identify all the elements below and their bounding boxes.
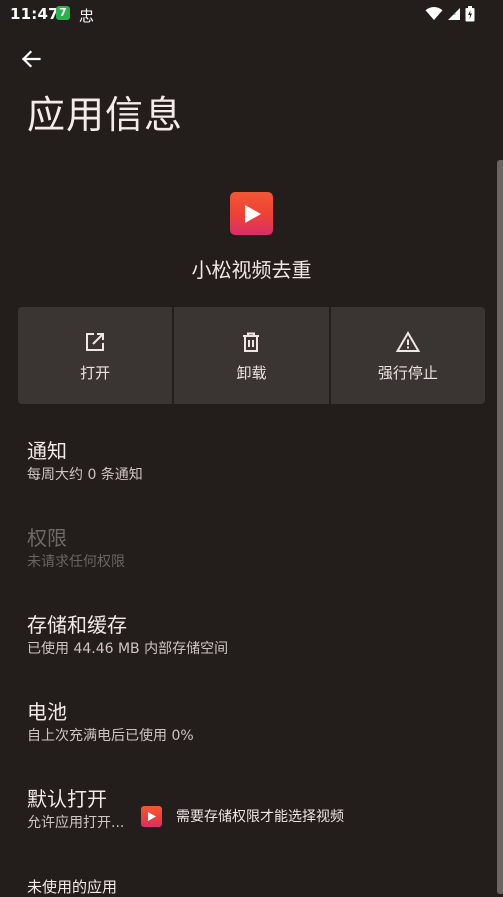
open-button-label: 打开 (80, 364, 111, 382)
wifi-icon (425, 7, 443, 20)
action-buttons: 打开 卸载 强行停止 (18, 307, 485, 404)
battery-icon (465, 6, 475, 22)
play-icon (148, 811, 156, 821)
pref-permissions: 权限 未请求任何权限 (0, 512, 496, 587)
cellular-signal-icon: ! (448, 8, 460, 20)
pref-permissions-title: 权限 (27, 526, 67, 550)
pref-notifications-title: 通知 (27, 439, 67, 463)
app-icon (230, 192, 273, 235)
svg-text:!: ! (454, 9, 457, 17)
pref-notifications-summary: 每周大约 0 条通知 (27, 467, 143, 483)
toast-message: 需要存储权限才能选择视频 (176, 809, 344, 825)
app-name: 小松视频去重 (191, 258, 312, 282)
status-time: 11:47 (10, 5, 59, 23)
force-stop-button[interactable]: 强行停止 (330, 307, 485, 404)
pref-open-by-default-summary: 允许应用打开... (27, 815, 125, 831)
toast: 需要存储权限才能选择视频 (130, 794, 376, 838)
arrow-back-icon (21, 50, 41, 68)
notification-glyph-icon: 忠 (79, 7, 95, 25)
pref-storage[interactable]: 存储和缓存 已使用 44.46 MB 内部存储空间 (0, 599, 496, 674)
pref-unused-apps[interactable]: 未使用的应用 (0, 866, 496, 896)
play-icon (244, 204, 261, 223)
uninstall-button-label: 卸载 (236, 364, 267, 382)
open-button[interactable]: 打开 (18, 307, 173, 404)
toast-app-icon (141, 805, 162, 827)
pref-storage-summary: 已使用 44.46 MB 内部存储空间 (27, 641, 229, 657)
pref-open-by-default-title: 默认打开 (27, 787, 107, 811)
pref-storage-title: 存储和缓存 (27, 613, 127, 637)
force-stop-button-label: 强行停止 (377, 364, 438, 382)
back-button[interactable] (14, 44, 48, 74)
uninstall-button[interactable]: 卸载 (174, 307, 329, 404)
pref-notifications[interactable]: 通知 每周大约 0 条通知 (0, 425, 496, 500)
page-title: 应用信息 (27, 93, 184, 137)
status-indicators: ! (425, 6, 475, 22)
pref-battery-title: 电池 (27, 700, 67, 724)
notification-app-icon: 7 (56, 6, 70, 20)
status-bar: 11:47 7 忠 ! (0, 0, 503, 28)
warning-icon (395, 331, 420, 352)
pref-battery-summary: 自上次充满电后已使用 0% (27, 728, 194, 744)
open-external-icon (86, 333, 105, 351)
trash-icon (243, 332, 260, 352)
pref-battery[interactable]: 电池 自上次充满电后已使用 0% (0, 686, 496, 761)
pref-permissions-summary: 未请求任何权限 (27, 554, 125, 570)
